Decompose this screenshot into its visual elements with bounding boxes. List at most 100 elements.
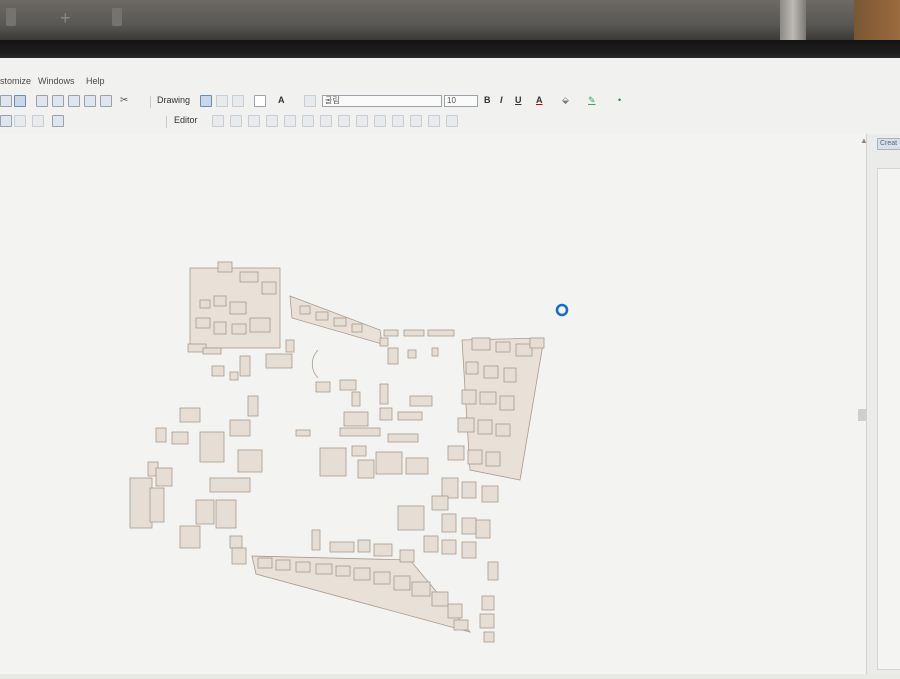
zoom-whole-page-icon[interactable]	[232, 95, 244, 107]
tool-icon[interactable]	[0, 95, 12, 107]
reshape-icon[interactable]	[338, 115, 350, 127]
edit-tool-icon[interactable]	[212, 115, 224, 127]
tool-icon[interactable]	[0, 115, 12, 127]
building-footprint	[237, 449, 263, 473]
scrollbar-thumb[interactable]	[858, 409, 866, 421]
end-point-arc-icon[interactable]	[266, 115, 278, 127]
building-footprint	[465, 361, 479, 375]
building-footprint	[213, 321, 227, 335]
building-footprint	[311, 349, 319, 379]
folder-icon[interactable]	[52, 95, 64, 107]
building-footprint	[529, 337, 545, 349]
building-footprint	[311, 529, 321, 551]
map-display[interactable]: ▲	[0, 134, 868, 674]
graph-icon[interactable]	[14, 95, 26, 107]
building-footprint	[195, 317, 211, 329]
building-footprint	[275, 559, 291, 571]
trace-icon[interactable]	[284, 115, 296, 127]
tool-icon[interactable]	[52, 115, 64, 127]
sketch-properties-icon[interactable]	[428, 115, 440, 127]
building-footprint	[515, 343, 533, 357]
select-elements-icon[interactable]	[200, 95, 212, 107]
building-footprint	[265, 353, 293, 369]
table-icon[interactable]	[36, 95, 48, 107]
building-footprint	[373, 543, 393, 557]
building-footprint	[239, 355, 251, 377]
building-footprint	[467, 449, 483, 465]
building-footprint	[397, 411, 423, 421]
font-name-select[interactable]: 굴림	[322, 95, 442, 107]
editor-menu[interactable]: Editor	[174, 115, 198, 125]
building-footprint	[239, 271, 259, 283]
building-footprint	[499, 395, 515, 411]
font-color-button[interactable]: A	[536, 95, 543, 105]
rotate-icon[interactable]	[392, 115, 404, 127]
building-footprint	[351, 445, 367, 457]
building-footprint	[375, 451, 403, 475]
menu-help[interactable]: Help	[86, 76, 105, 86]
building-footprint	[179, 525, 201, 549]
tool-icon[interactable]	[14, 115, 26, 127]
building-footprint	[329, 541, 355, 553]
fill-color-icon[interactable]: ⬙	[562, 95, 569, 106]
line-color-icon[interactable]: ✎	[588, 95, 596, 106]
building-footprint	[477, 419, 493, 435]
drawing-menu[interactable]: Drawing	[157, 95, 190, 105]
straight-segment-icon[interactable]	[248, 115, 260, 127]
building-footprint	[202, 347, 222, 355]
create-features-tab[interactable]: Creat	[877, 138, 900, 150]
scissors-icon[interactable]: ✂	[120, 95, 132, 107]
building-footprint	[431, 347, 439, 357]
rectangle-icon[interactable]	[254, 95, 266, 107]
building-footprint	[441, 513, 457, 533]
menu-customize[interactable]: stomize	[0, 76, 31, 86]
building-footprint	[427, 329, 455, 337]
building-footprint	[129, 477, 153, 529]
rotate-icon[interactable]	[216, 95, 228, 107]
building-footprint	[461, 541, 477, 559]
building-footprint	[229, 535, 243, 549]
tool-icon[interactable]	[32, 115, 44, 127]
split-icon[interactable]	[374, 115, 386, 127]
building-footprint	[257, 557, 273, 569]
building-footprint	[299, 305, 311, 315]
menu-windows[interactable]: Windows	[38, 76, 75, 86]
create-features-icon[interactable]	[446, 115, 458, 127]
catalog-icon[interactable]	[68, 95, 80, 107]
drawing-toolbar: ✂ Drawing A 굴림 10 B I U A ⬙ ✎ •	[0, 92, 900, 112]
building-footprint	[333, 317, 347, 327]
italic-button[interactable]: I	[500, 95, 503, 105]
building-footprint	[431, 495, 449, 511]
underline-button[interactable]: U	[515, 95, 522, 105]
building-footprint	[475, 519, 491, 539]
toolbox-icon[interactable]	[84, 95, 96, 107]
building-footprint	[393, 575, 411, 591]
building-footprint	[397, 505, 425, 531]
building-footprint	[343, 411, 369, 427]
building-footprint	[261, 281, 277, 295]
building-footprint	[447, 603, 463, 619]
building-footprint	[479, 613, 495, 629]
window-icon[interactable]	[100, 95, 112, 107]
building-footprint	[471, 337, 491, 351]
edit-annotation-icon[interactable]	[230, 115, 242, 127]
bold-button[interactable]: B	[484, 95, 491, 105]
building-footprint	[295, 561, 311, 573]
editor-toolbar: Editor	[0, 112, 900, 132]
cut-polygons-icon[interactable]	[356, 115, 368, 127]
building-footprint	[387, 433, 419, 443]
edit-vertices-icon[interactable]	[320, 115, 332, 127]
building-footprint	[431, 591, 449, 607]
monitor-background: +	[0, 0, 900, 40]
building-footprint	[379, 383, 389, 405]
new-text-tool[interactable]: A	[278, 95, 285, 105]
building-footprint	[231, 547, 247, 565]
edit-vertices-icon[interactable]	[304, 95, 316, 107]
building-footprint	[149, 487, 165, 523]
building-footprint	[199, 431, 225, 463]
menu-bar: stomize Windows Help	[0, 72, 900, 90]
point-icon[interactable]	[302, 115, 314, 127]
attributes-icon[interactable]	[410, 115, 422, 127]
marker-color-icon[interactable]: •	[618, 95, 621, 105]
font-size-select[interactable]: 10	[444, 95, 478, 107]
